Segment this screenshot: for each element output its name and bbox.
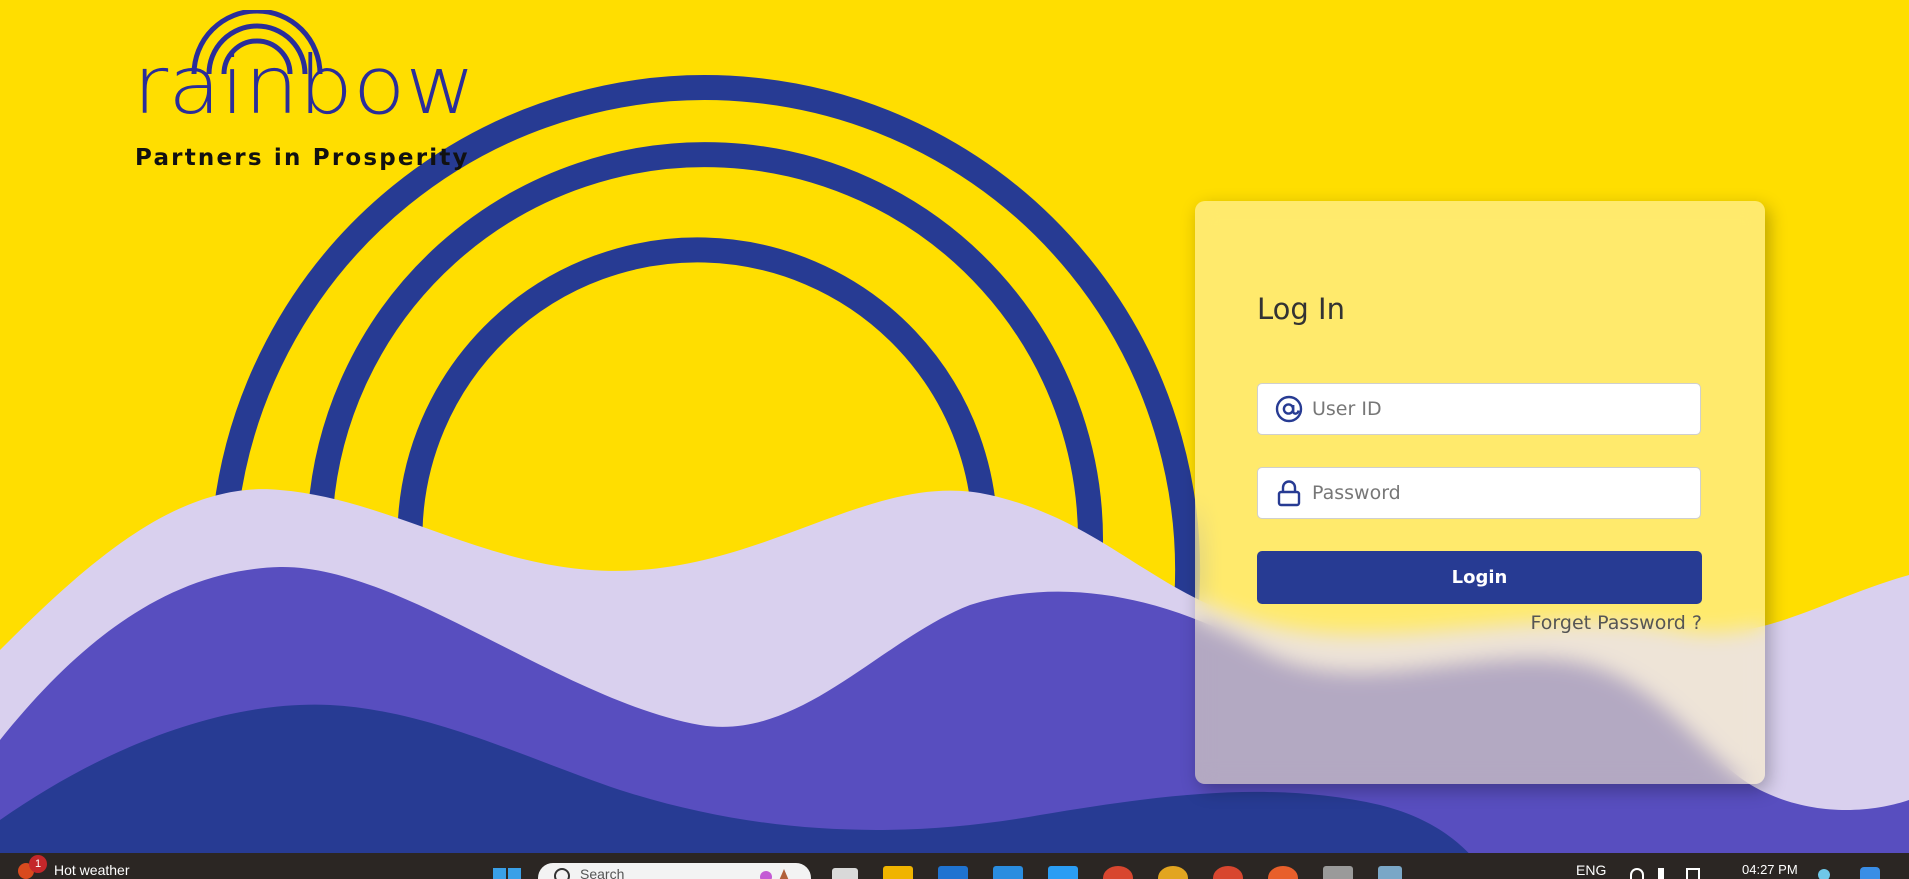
volume-icon[interactable]	[1658, 868, 1672, 879]
search-text: Search	[580, 866, 625, 879]
terminal-icon[interactable]	[1323, 866, 1353, 879]
calculator-icon[interactable]	[1378, 866, 1402, 879]
login-card: Log In Login Forget Password ?	[1195, 201, 1765, 784]
taskbar: 1 Hot weather Search ENG 04:27 PM	[0, 853, 1909, 879]
store-icon[interactable]	[993, 866, 1023, 879]
search-highlight-icon	[760, 869, 789, 879]
language-indicator[interactable]: ENG	[1576, 862, 1606, 878]
mail-icon[interactable]	[938, 866, 968, 879]
brand-logo: rainbow Partners in Prosperity	[133, 10, 475, 171]
file-explorer-icon[interactable]	[883, 866, 913, 879]
at-sign-icon	[1274, 394, 1304, 424]
forgot-password-link[interactable]: Forget Password ?	[1531, 612, 1702, 634]
clock[interactable]: 04:27 PM	[1742, 862, 1798, 877]
brand-name: rainbow	[133, 39, 476, 132]
wifi-icon[interactable]	[1630, 868, 1644, 879]
weather-badge: 1	[29, 855, 47, 873]
login-screen: rainbow Partners in Prosperity Log In Us…	[0, 0, 1909, 879]
password-field[interactable]	[1257, 467, 1701, 519]
brand-tagline: Partners in Prosperity	[135, 145, 470, 171]
chrome-s-icon[interactable]	[1213, 866, 1243, 879]
taskbar-search[interactable]: Search	[538, 863, 811, 879]
password-input[interactable]	[1310, 467, 1700, 519]
windows-start-icon[interactable]	[492, 867, 522, 879]
login-title: Log In	[1257, 292, 1345, 326]
chrome-icon[interactable]	[1158, 866, 1188, 879]
login-button[interactable]: Login	[1257, 551, 1702, 604]
copilot-icon[interactable]	[1860, 867, 1880, 879]
paint-icon[interactable]	[1268, 866, 1298, 879]
weather-text: Hot weather	[54, 862, 130, 878]
vscode-icon[interactable]	[1048, 866, 1078, 879]
chrome-profile-icon[interactable]	[1103, 866, 1133, 879]
lock-icon	[1274, 478, 1304, 508]
user-id-field[interactable]	[1257, 383, 1701, 435]
task-view-icon[interactable]	[832, 868, 858, 879]
notification-dot-icon[interactable]	[1818, 869, 1830, 879]
user-id-input[interactable]	[1310, 383, 1700, 435]
search-icon	[554, 868, 570, 879]
battery-icon[interactable]	[1686, 868, 1700, 879]
